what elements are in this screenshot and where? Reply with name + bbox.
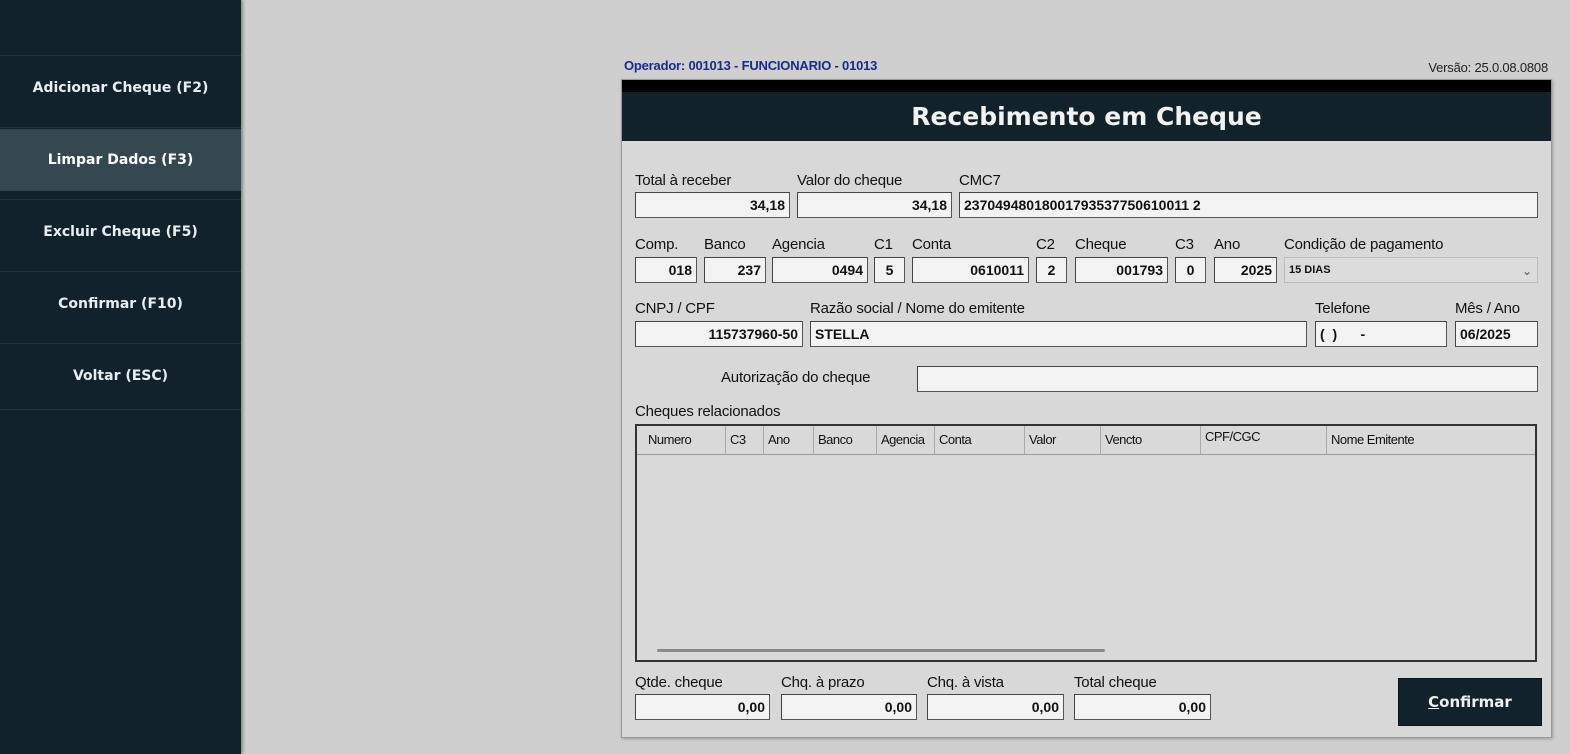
column-header-agencia[interactable]: Agencia (877, 426, 935, 454)
total-receber-label: Total à receber (635, 172, 732, 189)
sidebar-divider (0, 55, 241, 56)
column-header-banco[interactable]: Banco (814, 426, 877, 454)
autorizacao-field[interactable] (917, 366, 1538, 392)
column-header-ano[interactable]: Ano (764, 426, 814, 454)
grid-header: Numero C3 Ano Banco Agencia Conta Valor … (637, 426, 1535, 455)
dialog-title-text: Recebimento em Cheque (911, 102, 1262, 131)
column-header-cpf-cgc[interactable]: CPF/CGC (1201, 426, 1327, 454)
check-receipt-dialog: Recebimento em Cheque Total à receber 34… (621, 79, 1552, 738)
chq-prazo-label: Chq. à prazo (781, 674, 865, 691)
autorizacao-label: Autorização do cheque (721, 369, 871, 386)
chq-prazo-field[interactable]: 0,00 (781, 694, 917, 720)
total-cheque-label: Total cheque (1074, 674, 1157, 691)
condicao-pagamento-select[interactable]: 15 DIAS ⌄ (1284, 257, 1538, 283)
c3-label: C3 (1175, 236, 1194, 253)
confirmar-button-label: onfirmar (1439, 693, 1512, 711)
conta-field[interactable]: 0610011 (912, 257, 1029, 283)
confirmar-accelerator: C (1428, 693, 1440, 711)
sidebar-divider (0, 271, 241, 272)
qtde-cheque-field[interactable]: 0,00 (635, 694, 770, 720)
confirmar-button[interactable]: Confirmar (1398, 678, 1542, 726)
ano-label: Ano (1214, 236, 1241, 253)
column-header-vencto[interactable]: Vencto (1101, 426, 1201, 454)
cheques-grid[interactable]: Numero C3 Ano Banco Agencia Conta Valor … (635, 424, 1537, 662)
sidebar-divider (0, 343, 241, 344)
telefone-label: Telefone (1315, 300, 1371, 317)
valor-cheque-label: Valor do cheque (797, 172, 903, 189)
chq-vista-label: Chq. à vista (927, 674, 1004, 691)
mes-ano-field[interactable]: 06/2025 (1455, 321, 1538, 347)
c1-field[interactable]: 5 (874, 257, 905, 283)
cnpj-cpf-field[interactable]: 115737960-50 (635, 321, 803, 347)
operator-label: Operador: 001013 - FUNCIONARIO - 01013 (624, 58, 878, 73)
razao-social-field[interactable]: STELLA (810, 321, 1307, 347)
cheques-relacionados-label: Cheques relacionados (635, 403, 781, 420)
sidebar-item-excluir-cheque[interactable]: Excluir Cheque (F5) (0, 201, 241, 263)
sidebar-divider (0, 199, 241, 200)
total-receber-field[interactable]: 34,18 (635, 192, 790, 218)
column-header-c3[interactable]: C3 (726, 426, 764, 454)
agencia-field[interactable]: 0494 (772, 257, 868, 283)
version-label: Versão: 25.0.08.0808 (1428, 60, 1548, 75)
cmc7-label: CMC7 (959, 172, 1001, 189)
chq-vista-field[interactable]: 0,00 (927, 694, 1064, 720)
cheque-number-field[interactable]: 001793 (1075, 257, 1168, 283)
condicao-pagamento-label: Condição de pagamento (1284, 236, 1444, 253)
comp-label: Comp. (635, 236, 679, 253)
comp-field[interactable]: 018 (635, 257, 697, 283)
grid-horizontal-scrollbar[interactable] (637, 642, 1535, 660)
sidebar-item-limpar-dados[interactable]: Limpar Dados (F3) (0, 129, 241, 191)
dialog-title: Recebimento em Cheque (622, 92, 1551, 141)
conta-label: Conta (912, 236, 952, 253)
c3-field[interactable]: 0 (1175, 257, 1206, 283)
scrollbar-thumb[interactable] (657, 649, 1105, 652)
column-header-nome-emitente[interactable]: Nome Emitente (1327, 426, 1535, 454)
sidebar-divider (0, 127, 241, 128)
razao-social-label: Razão social / Nome do emitente (810, 300, 1025, 317)
banco-field[interactable]: 237 (704, 257, 766, 283)
total-cheque-field[interactable]: 0,00 (1074, 694, 1211, 720)
sidebar-item-voltar[interactable]: Voltar (ESC) (0, 345, 241, 407)
agencia-label: Agencia (772, 236, 825, 253)
cnpj-cpf-label: CNPJ / CPF (635, 300, 715, 317)
banco-label: Banco (704, 236, 746, 253)
qtde-cheque-label: Qtde. cheque (635, 674, 723, 691)
condicao-pagamento-value: 15 DIAS (1289, 264, 1331, 276)
column-header-numero[interactable]: Numero (644, 426, 726, 454)
sidebar-divider (0, 409, 241, 410)
chevron-down-icon[interactable]: ⌄ (1522, 259, 1532, 282)
ano-field[interactable]: 2025 (1214, 257, 1277, 283)
column-header-valor[interactable]: Valor (1025, 426, 1101, 454)
mes-ano-label: Mês / Ano (1455, 300, 1520, 317)
c1-label: C1 (874, 236, 893, 253)
valor-cheque-field[interactable]: 34,18 (797, 192, 952, 218)
sidebar-item-confirmar[interactable]: Confirmar (F10) (0, 273, 241, 335)
dialog-top-bar (622, 80, 1551, 92)
c2-label: C2 (1036, 236, 1055, 253)
sidebar-item-adicionar-cheque[interactable]: Adicionar Cheque (F2) (0, 57, 241, 119)
column-header-conta[interactable]: Conta (935, 426, 1025, 454)
c2-field[interactable]: 2 (1036, 257, 1067, 283)
cmc7-field[interactable]: 23704948018001793537750610011 2 (959, 192, 1538, 218)
telefone-field[interactable]: ( ) - (1315, 321, 1447, 347)
sidebar: Adicionar Cheque (F2) Limpar Dados (F3) … (0, 0, 241, 754)
cheque-label: Cheque (1075, 236, 1127, 253)
